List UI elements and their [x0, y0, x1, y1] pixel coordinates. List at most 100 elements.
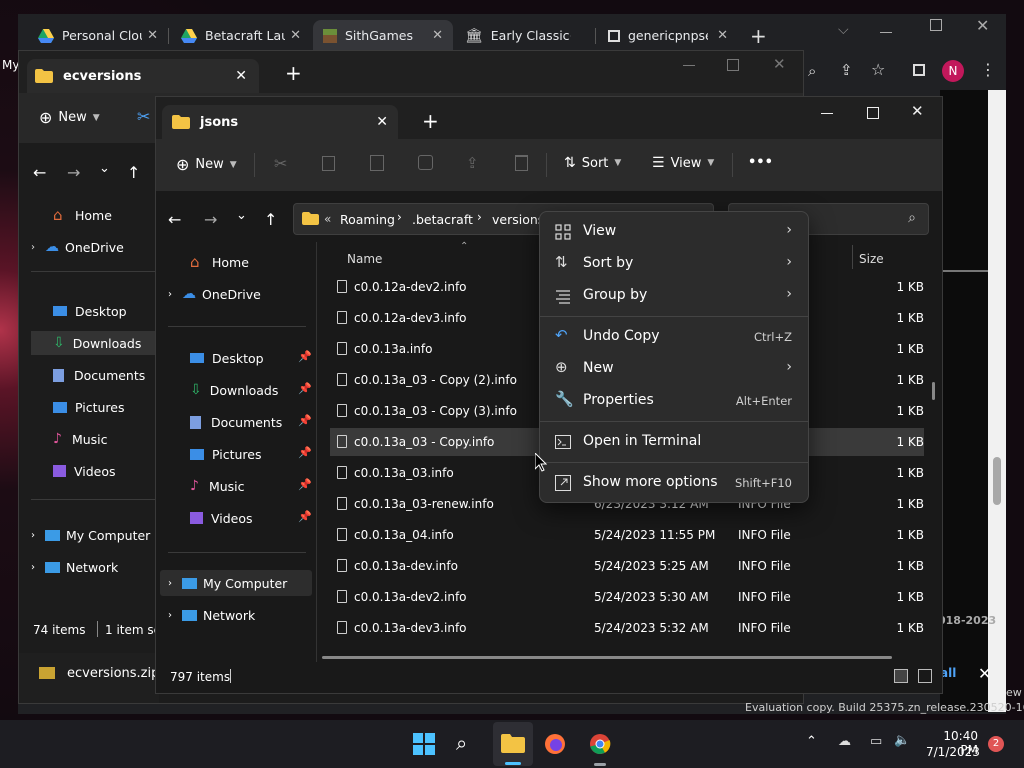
column-header-size[interactable]: Size: [859, 252, 884, 266]
column-header-name[interactable]: Name: [347, 252, 382, 266]
back-arrow-icon[interactable]: ←: [168, 210, 181, 229]
nav-home[interactable]: ⌂ Home: [190, 250, 249, 274]
nav-videos[interactable]: Videos: [53, 459, 116, 483]
new-tab-button[interactable]: +: [422, 109, 439, 133]
browser-tab-3[interactable]: SithGames ✕: [313, 20, 453, 51]
taskbar-file-explorer[interactable]: [493, 722, 533, 766]
explorer-tab[interactable]: ecversions ✕: [27, 59, 259, 93]
clock-date[interactable]: 7/1/2023: [926, 745, 980, 759]
close-icon[interactable]: ✕: [147, 28, 158, 43]
nav-videos[interactable]: Videos: [190, 506, 253, 530]
explorer-tab[interactable]: jsons ✕: [162, 105, 398, 139]
new-tab-button[interactable]: +: [750, 24, 767, 48]
forward-arrow-icon[interactable]: →: [204, 210, 217, 229]
back-arrow-icon[interactable]: ←: [33, 163, 46, 182]
chevron-down-icon[interactable]: ⌄: [236, 208, 247, 223]
star-icon[interactable]: ☆: [871, 60, 885, 79]
file-row[interactable]: c0.0.13a-dev.info 5/24/2023 5:25 AM INFO F…: [330, 552, 924, 580]
close-window-button[interactable]: ✕: [976, 16, 989, 35]
chrome-icon[interactable]: [589, 733, 611, 755]
profile-avatar[interactable]: N: [942, 60, 964, 82]
firefox-icon[interactable]: [544, 733, 566, 755]
nav-onedrive[interactable]: › ☁ OneDrive: [168, 282, 261, 306]
new-tab-button[interactable]: +: [285, 61, 302, 85]
close-icon[interactable]: ✕: [717, 28, 728, 43]
nav-my-computer[interactable]: › My Computer: [31, 523, 150, 547]
nav-network[interactable]: › Network: [168, 603, 255, 627]
breadcrumb-overflow[interactable]: «: [324, 212, 331, 226]
minimize-button[interactable]: [683, 65, 695, 66]
maximize-button[interactable]: [727, 59, 739, 71]
forward-arrow-icon[interactable]: →: [67, 163, 80, 182]
browser-tab-4[interactable]: 🏛 Early Classic+: [455, 20, 596, 51]
sidepanel-icon[interactable]: [913, 64, 925, 76]
rename-icon[interactable]: [418, 155, 433, 170]
bottom-file-name[interactable]: ecversions.zip: [67, 666, 159, 681]
paste-icon[interactable]: [370, 155, 384, 171]
file-row[interactable]: c0.0.13a-dev3.info 5/24/2023 5:32 AM INFO …: [330, 614, 924, 642]
pin-icon[interactable]: 📌: [298, 478, 312, 491]
search-icon[interactable]: ⌕: [808, 62, 816, 80]
up-arrow-icon[interactable]: ↑: [127, 163, 140, 182]
search-icon[interactable]: ⌕: [456, 731, 467, 755]
menu-item-undo-copy[interactable]: ↶ Undo Copy Ctrl+Z: [540, 323, 808, 351]
cut-icon[interactable]: ✂: [137, 107, 150, 126]
copy-icon[interactable]: [322, 156, 335, 171]
nav-my-computer[interactable]: › My Computer: [168, 571, 287, 595]
view-button[interactable]: ☰ View ▼: [652, 155, 714, 171]
pin-icon[interactable]: 📌: [298, 350, 312, 363]
share-icon[interactable]: ⇪: [466, 154, 479, 172]
delete-icon[interactable]: [515, 155, 528, 171]
close-icon[interactable]: ✕: [235, 68, 247, 84]
browser-tab-2[interactable]: Betacraft Launc ✕: [171, 20, 311, 51]
maximize-button[interactable]: [867, 107, 879, 119]
close-window-button[interactable]: ✕: [911, 102, 924, 120]
new-button[interactable]: ⊕ New ▼: [176, 155, 237, 174]
close-icon[interactable]: ✕: [290, 28, 301, 43]
notification-badge[interactable]: 2: [988, 736, 1004, 752]
pin-icon[interactable]: 📌: [298, 414, 312, 427]
more-options-button[interactable]: •••: [748, 155, 773, 170]
minimize-button[interactable]: [821, 113, 833, 114]
maximize-button[interactable]: [930, 19, 942, 31]
chevron-down-icon[interactable]: ⌄: [99, 161, 110, 176]
menu-item-view[interactable]: View ›: [540, 218, 808, 246]
nav-documents[interactable]: Documents: [53, 363, 145, 387]
menu-kebab-icon[interactable]: ⋮: [980, 60, 996, 79]
minimize-button[interactable]: [880, 32, 892, 33]
windows-start-icon[interactable]: [413, 733, 435, 755]
nav-pictures[interactable]: Pictures: [190, 442, 262, 466]
cut-icon[interactable]: ✂: [274, 154, 287, 173]
close-icon[interactable]: ✕: [376, 114, 388, 130]
menu-item-properties[interactable]: 🔧 Properties Alt+Enter: [540, 387, 808, 415]
browser-tab-5[interactable]: genericpnpser ✕: [598, 20, 738, 51]
close-window-button[interactable]: ✕: [773, 55, 786, 73]
menu-item-show-more-options[interactable]: Show more options Shift+F10: [540, 469, 808, 497]
menu-item-new[interactable]: ⊕ New ›: [540, 355, 808, 383]
nav-desktop[interactable]: Desktop: [53, 299, 127, 323]
vertical-scrollbar[interactable]: [932, 382, 935, 400]
file-row[interactable]: c0.0.13a_04.info 5/24/2023 11:55 PM INFO F…: [330, 521, 924, 549]
scrollbar-thumb[interactable]: [993, 457, 1001, 505]
nav-downloads[interactable]: ⇩ Downloads: [190, 378, 278, 402]
breadcrumb-item[interactable]: Roaming: [340, 212, 395, 227]
nav-downloads[interactable]: ⇩ Downloads: [53, 331, 141, 355]
pin-icon[interactable]: 📌: [298, 446, 312, 459]
nav-onedrive[interactable]: › ☁ OneDrive: [31, 235, 124, 259]
chevron-up-icon[interactable]: ⌃: [806, 734, 817, 749]
browser-tab-1[interactable]: Personal Cloud ✕: [28, 20, 169, 51]
breadcrumb-item[interactable]: versions: [492, 212, 544, 227]
new-button[interactable]: ⊕ New ▼: [39, 108, 100, 127]
cloud-off-icon[interactable]: ☁: [838, 734, 851, 749]
file-row[interactable]: c0.0.13a-dev2.info 5/24/2023 5:30 AM INFO …: [330, 583, 924, 611]
sort-button[interactable]: ⇅ Sort ▼: [564, 155, 621, 171]
tiles-view-icon[interactable]: [918, 669, 932, 683]
menu-item-open-in-terminal[interactable]: Open in Terminal: [540, 428, 808, 456]
volume-icon[interactable]: 🔈: [894, 733, 910, 748]
nav-pictures[interactable]: Pictures: [53, 395, 125, 419]
details-view-icon[interactable]: [894, 669, 908, 683]
close-icon[interactable]: ✕: [432, 28, 443, 43]
nav-music[interactable]: ♪ Music: [53, 427, 108, 451]
share-icon[interactable]: ⇪: [840, 61, 853, 79]
nav-network[interactable]: › Network: [31, 555, 118, 579]
